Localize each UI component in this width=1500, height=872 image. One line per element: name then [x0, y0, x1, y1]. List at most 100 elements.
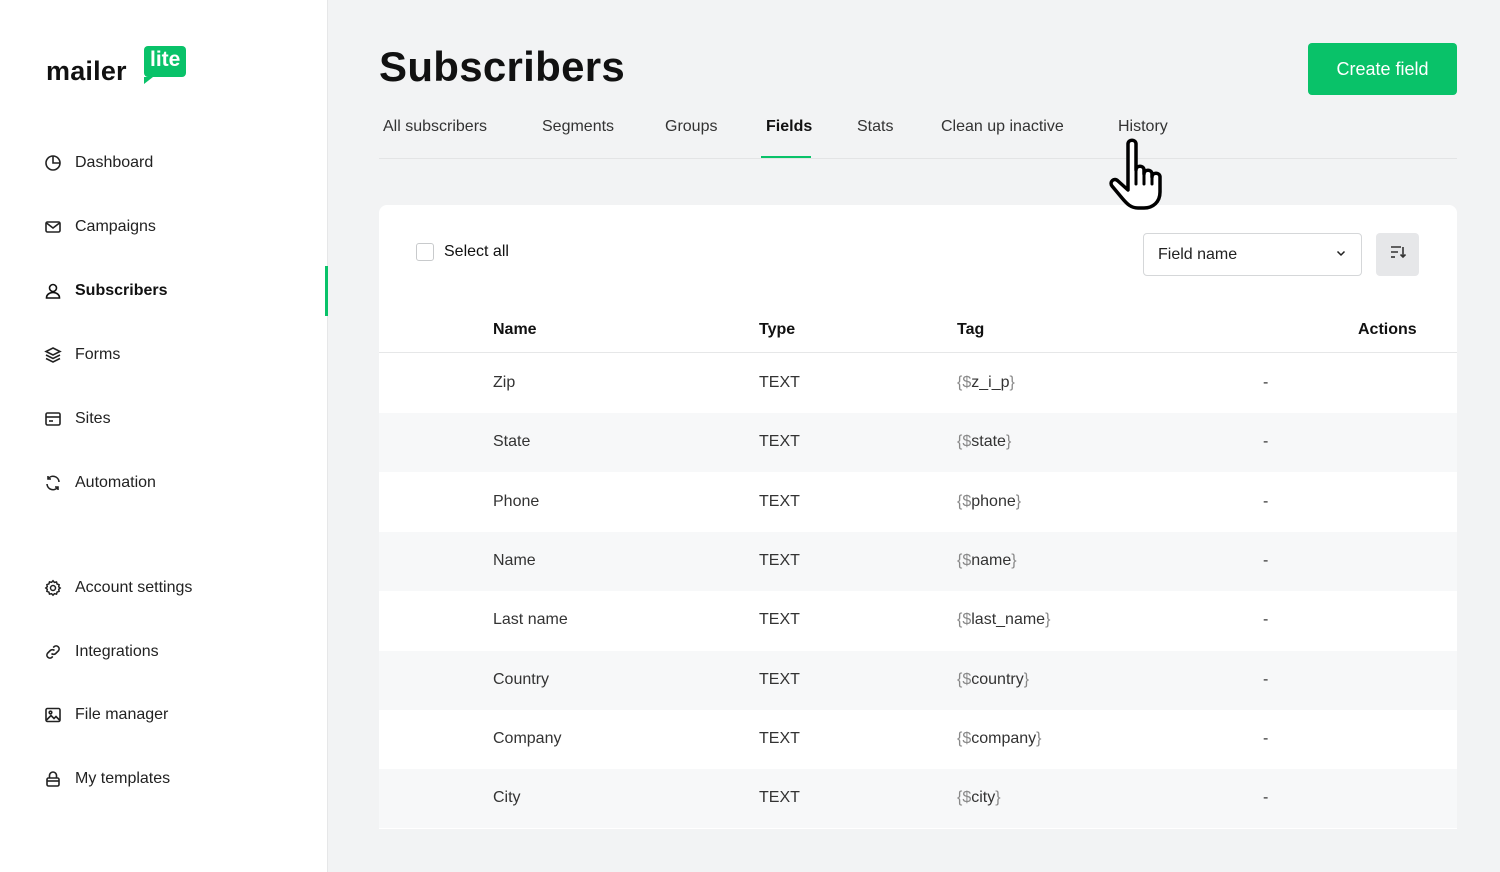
- field-name-cell: Phone: [493, 492, 540, 510]
- sort-icon: [1388, 242, 1408, 267]
- sidebar-item-label: Sites: [75, 410, 111, 427]
- tag-close-brace: }: [1036, 729, 1042, 747]
- sidebar-item-subscribers[interactable]: Subscribers: [44, 277, 167, 305]
- sidebar-item-forms[interactable]: Forms: [44, 341, 120, 369]
- sidebar-item-integrations[interactable]: Integrations: [44, 638, 159, 666]
- row-actions[interactable]: -: [1263, 493, 1268, 511]
- tab-all-subscribers[interactable]: All subscribers: [383, 118, 487, 136]
- table-row[interactable]: Company TEXT {$company} -: [379, 710, 1457, 769]
- tab-segments[interactable]: Segments: [542, 118, 614, 136]
- row-actions[interactable]: -: [1263, 374, 1268, 392]
- field-type-cell: TEXT: [759, 433, 800, 451]
- tag-close-brace: }: [1011, 551, 1017, 569]
- sidebar-item-label: Subscribers: [75, 282, 168, 299]
- field-tag-cell: {$city}: [957, 789, 1001, 807]
- field-type-cell: TEXT: [759, 374, 800, 391]
- field-tag-cell: {$phone}: [957, 493, 1021, 511]
- gear-icon: [44, 579, 62, 597]
- field-type-cell: TEXT: [759, 729, 800, 747]
- field-name-cell: Last name: [493, 611, 568, 629]
- field-type-cell: TEXT: [759, 551, 800, 569]
- tag-name: z_i_p: [971, 374, 1010, 391]
- tag-name: state: [971, 433, 1006, 451]
- row-actions[interactable]: -: [1263, 671, 1268, 689]
- table-row[interactable]: Zip TEXT {$z_i_p} -: [379, 354, 1457, 413]
- tag-open-brace: {$: [957, 789, 972, 807]
- create-field-button[interactable]: Create field: [1308, 43, 1457, 95]
- field-name-cell: Name: [493, 551, 536, 569]
- sidebar-item-label: Integrations: [75, 643, 159, 660]
- row-actions[interactable]: -: [1263, 730, 1268, 748]
- tab-groups[interactable]: Groups: [665, 118, 717, 136]
- tab-fields[interactable]: Fields: [766, 118, 812, 136]
- field-tag-cell: {$z_i_p}: [957, 374, 1015, 392]
- table-row[interactable]: Last name TEXT {$last_name} -: [379, 591, 1457, 650]
- sort-field-select[interactable]: Field name: [1143, 233, 1362, 276]
- sidebar-item-label: Campaigns: [75, 218, 156, 235]
- image-icon: [44, 706, 62, 724]
- sidebar-item-sites[interactable]: Sites: [44, 405, 111, 433]
- checkbox[interactable]: [416, 243, 434, 261]
- tag-open-brace: {$: [957, 551, 972, 569]
- tag-close-brace: }: [1023, 670, 1030, 688]
- sidebar-item-automation[interactable]: Automation: [44, 469, 156, 497]
- row-actions[interactable]: -: [1263, 789, 1268, 807]
- column-header-name[interactable]: Name: [493, 321, 537, 339]
- link-icon: [44, 643, 62, 661]
- table-row[interactable]: State TEXT {$state} -: [379, 413, 1457, 473]
- tag-open-brace: {$: [957, 729, 972, 747]
- column-header-tag[interactable]: Tag: [957, 321, 984, 339]
- sidebar: mailer lite Dashboard Campaigns Subscrib…: [0, 0, 328, 872]
- sidebar-item-dashboard[interactable]: Dashboard: [44, 149, 153, 177]
- table-row[interactable]: Name TEXT {$name} -: [379, 531, 1457, 591]
- sidebar-item-label: Dashboard: [75, 154, 154, 171]
- tag-open-brace: {$: [957, 374, 972, 391]
- row-actions[interactable]: -: [1263, 611, 1268, 629]
- select-all-label: Select all: [444, 243, 509, 260]
- tag-close-brace: }: [1015, 492, 1022, 510]
- field-name-cell: State: [493, 433, 531, 451]
- sidebar-item-label: File manager: [75, 706, 169, 723]
- row-actions[interactable]: -: [1263, 433, 1268, 451]
- mail-icon: [44, 218, 62, 236]
- field-tag-cell: {$company}: [957, 730, 1042, 748]
- field-type-cell: TEXT: [759, 611, 800, 629]
- sidebar-item-my-templates[interactable]: My templates: [44, 765, 170, 793]
- sort-field-value: Field name: [1158, 245, 1238, 263]
- tab-stats[interactable]: Stats: [857, 118, 893, 136]
- pie-chart-icon: [44, 154, 62, 172]
- tag-close-brace: }: [1005, 433, 1012, 451]
- field-name-cell: Country: [493, 670, 550, 688]
- column-header-type[interactable]: Type: [759, 321, 795, 339]
- tag-open-brace: {$: [957, 611, 972, 629]
- tab-history[interactable]: History: [1118, 118, 1168, 136]
- table-row[interactable]: City TEXT {$city} -: [379, 769, 1457, 829]
- tag-name: city: [971, 789, 996, 807]
- tag-name: company: [971, 729, 1037, 747]
- sidebar-item-account-settings[interactable]: Account settings: [44, 574, 192, 602]
- tag-close-brace: }: [1009, 374, 1015, 391]
- select-all-checkbox[interactable]: Select all: [416, 243, 509, 261]
- sort-order-button[interactable]: [1376, 233, 1419, 276]
- tag-close-brace: }: [1045, 611, 1051, 629]
- table-header: Name Type Tag Actions: [379, 313, 1457, 353]
- main-content: Subscribers Create field All subscribers…: [328, 0, 1500, 872]
- sidebar-item-file-manager[interactable]: File manager: [44, 701, 168, 729]
- refresh-icon: [44, 474, 62, 492]
- row-actions[interactable]: -: [1263, 552, 1268, 570]
- tag-close-brace: }: [995, 789, 1001, 807]
- layers-icon: [44, 346, 62, 364]
- table-row[interactable]: Phone TEXT {$phone} -: [379, 473, 1457, 532]
- column-header-actions: Actions: [1358, 321, 1417, 338]
- tab-clean-up-inactive[interactable]: Clean up inactive: [941, 118, 1064, 136]
- logo-badge: lite: [144, 46, 187, 84]
- sidebar-item-campaigns[interactable]: Campaigns: [44, 213, 156, 241]
- active-tab-indicator: [761, 156, 811, 158]
- tag-open-brace: {$: [957, 492, 972, 510]
- chevron-down-icon: [1335, 246, 1347, 264]
- table-row[interactable]: Country TEXT {$country} -: [379, 650, 1457, 710]
- field-tag-cell: {$state}: [957, 433, 1011, 451]
- user-icon: [44, 282, 62, 300]
- field-type-cell: TEXT: [759, 670, 800, 688]
- tag-name: country: [971, 670, 1024, 688]
